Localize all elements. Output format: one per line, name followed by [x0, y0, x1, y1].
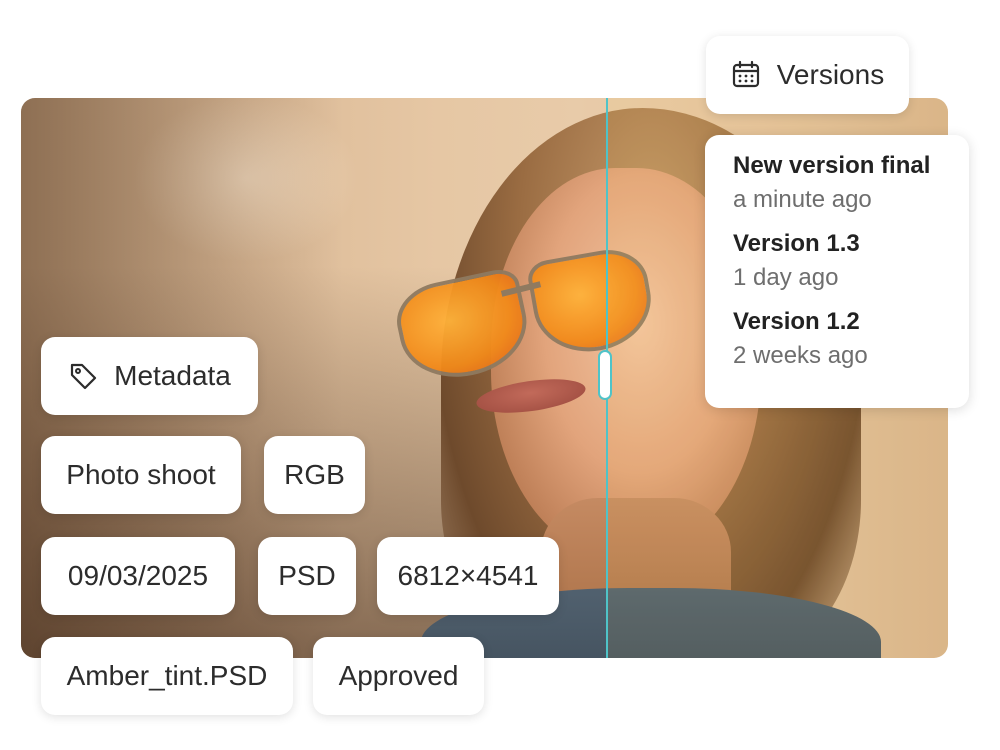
version-name: Version 1.3 [733, 230, 860, 257]
date-chip: 09/03/2025 [41, 537, 235, 615]
version-name: Version 1.2 [733, 308, 860, 335]
category-chip: Photo shoot [41, 436, 241, 514]
color-mode-chip: RGB [264, 436, 365, 514]
tag-icon [68, 361, 98, 391]
version-time: 2 weeks ago [733, 342, 868, 369]
filename-chip: Amber_tint.PSD [41, 637, 293, 715]
version-name: New version final [733, 152, 931, 179]
version-item[interactable]: New version final a minute ago [733, 149, 969, 217]
version-item[interactable]: Version 1.3 1 day ago [733, 227, 969, 295]
category-chip-label: Photo shoot [66, 459, 216, 490]
dimensions-chip: 6812×4541 [377, 537, 559, 615]
format-chip-label: PSD [278, 560, 336, 591]
compare-slider-handle[interactable] [598, 350, 612, 400]
color-mode-chip-label: RGB [284, 459, 345, 490]
dimensions-chip-label: 6812×4541 [397, 560, 539, 591]
version-item[interactable]: Version 1.2 2 weeks ago [733, 305, 969, 373]
version-time: 1 day ago [733, 264, 839, 291]
versions-button-label: Versions [776, 59, 885, 90]
metadata-button-label: Metadata [114, 360, 231, 391]
date-chip-label: 09/03/2025 [67, 560, 209, 591]
versions-button[interactable]: Versions [706, 36, 909, 114]
versions-list: New version final a minute ago Version 1… [705, 135, 969, 408]
metadata-button[interactable]: Metadata [41, 337, 258, 415]
version-time: a minute ago [733, 186, 872, 213]
status-chip: Approved [313, 637, 484, 715]
filename-chip-label: Amber_tint.PSD [66, 660, 268, 691]
format-chip: PSD [258, 537, 356, 615]
status-chip-label: Approved [338, 660, 459, 691]
calendar-icon [731, 60, 761, 90]
